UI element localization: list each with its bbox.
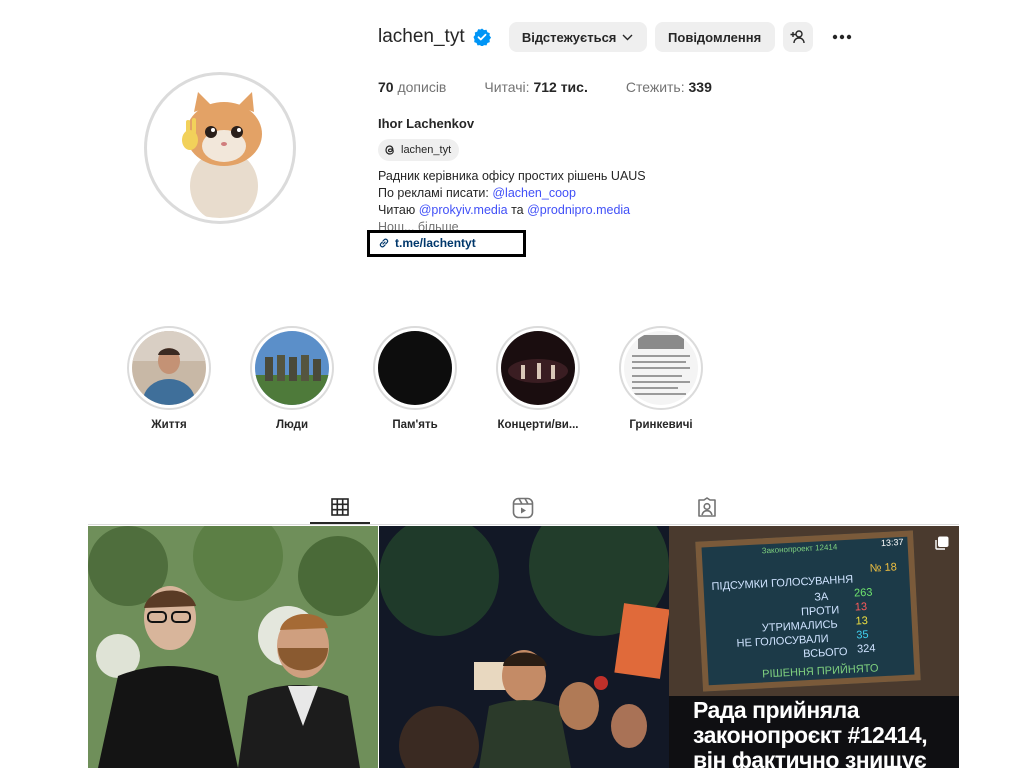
caption-line-3: він фактично знищує: [693, 747, 927, 768]
highlight-item[interactable]: Життя: [127, 326, 211, 431]
bio-line-3-text: Читаю: [378, 203, 416, 217]
screen-number: № 18: [869, 561, 898, 575]
caption-line-1: Рада прийняла: [693, 697, 860, 723]
highlight-label: Гринкевичі: [629, 419, 693, 431]
bio-line-3-mid: та: [511, 203, 524, 217]
posts-label: дописів: [397, 79, 447, 95]
following-button-label: Відстежується: [521, 29, 617, 45]
mention-link[interactable]: @lachen_coop: [492, 186, 576, 200]
tab-posts[interactable]: [310, 492, 370, 524]
vote-total-count: 324: [856, 642, 876, 656]
threads-handle: lachen_tyt: [401, 144, 452, 156]
tab-reels[interactable]: [493, 492, 553, 524]
highlight-item[interactable]: Концерти/ви...: [496, 326, 580, 431]
posts-stat: 70 дописів: [378, 79, 446, 95]
following-stat[interactable]: Стежить: 339: [626, 79, 712, 95]
profile-page: lachen_tyt Відстежується Повідомлення 70…: [0, 0, 1024, 768]
following-button[interactable]: Відстежується: [508, 22, 647, 52]
vote-for-count: 263: [853, 586, 873, 600]
vote-result-screen: Законопроект 12414 13:37 № 18 ПІДСУМКИ Г…: [695, 530, 921, 692]
highlight-item[interactable]: Гринкевичі: [619, 326, 703, 431]
suggest-user-button[interactable]: [782, 22, 813, 52]
post-caption: Рада прийняла законопроєкт #12414, він ф…: [693, 697, 928, 768]
carousel-icon: [935, 536, 949, 550]
following-count: 339: [688, 79, 712, 95]
bio-line-3: Читаю @prokyiv.media та @prodnipro.media: [378, 202, 698, 219]
vote-abstain-count: 13: [855, 614, 869, 628]
tab-tagged[interactable]: [677, 492, 737, 524]
message-button[interactable]: Повідомлення: [654, 22, 775, 52]
highlight-ring: [250, 326, 334, 410]
verified-badge-icon: [473, 28, 491, 47]
highlight-cover: [255, 331, 329, 405]
highlight-item[interactable]: Люди: [250, 326, 334, 431]
caption-line-2: законопроєкт #12414,: [693, 722, 928, 748]
avatar-image: [150, 78, 290, 218]
highlight-label: Люди: [275, 419, 309, 431]
add-user-icon: [790, 29, 806, 45]
reels-icon: [512, 497, 534, 519]
bio-line-2-text: По рекламі писати:: [378, 186, 489, 200]
highlight-ring: [127, 326, 211, 410]
profile-bio: Радник керівника офісу простих рішень UA…: [378, 168, 698, 236]
highlight-cover: [501, 331, 575, 405]
screen-title: Законопроект 12414: [761, 542, 838, 556]
vote-total-label: ВСЬОГО: [802, 645, 848, 661]
highlight-ring: [373, 326, 457, 410]
link-icon: [378, 237, 390, 249]
full-name: Ihor Lachenkov: [378, 116, 475, 131]
following-label: Стежить:: [625, 79, 685, 95]
profile-link-text: t.me/lachentyt: [395, 236, 476, 250]
followers-count: 712 тис.: [533, 79, 588, 95]
bio-line-1: Радник керівника офісу простих рішень UA…: [378, 169, 646, 183]
threads-badge[interactable]: lachen_tyt: [378, 139, 460, 161]
profile-stats: 70 дописів Читачі: 712 тис. Стежить: 339: [378, 79, 750, 95]
post-thumbnail[interactable]: Законопроект 12414 13:37 № 18 ПІДСУМКИ Г…: [669, 526, 959, 768]
highlight-label: Концерти/ви...: [497, 419, 579, 431]
screen-result: РІШЕННЯ ПРИЙНЯТО: [761, 662, 879, 681]
highlight-cover: [132, 331, 206, 405]
post-thumbnail[interactable]: [379, 526, 669, 768]
highlight-ring: [496, 326, 580, 410]
post-thumbnail[interactable]: [88, 526, 378, 768]
mention-link[interactable]: @prodnipro.media: [527, 203, 630, 217]
vote-for-label: ЗА: [813, 590, 829, 604]
more-options-icon[interactable]: [827, 22, 857, 52]
chevron-down-icon: [622, 34, 633, 41]
followers-label: Читачі:: [484, 79, 530, 95]
profile-avatar[interactable]: [144, 72, 296, 224]
highlight-cover: [378, 331, 452, 405]
followers-stat[interactable]: Читачі: 712 тис.: [484, 79, 587, 95]
threads-icon: [382, 142, 398, 158]
profile-link[interactable]: t.me/lachentyt: [378, 236, 476, 250]
username: lachen_tyt: [378, 26, 465, 47]
posts-count: 70: [378, 79, 394, 95]
vote-against-count: 13: [854, 600, 868, 614]
tabs-divider: [88, 524, 959, 525]
highlight-cover: [624, 331, 698, 405]
highlight-ring: [619, 326, 703, 410]
vote-none-count: 35: [856, 628, 869, 642]
screen-time: 13:37: [880, 536, 904, 549]
screen-header: ПІДСУМКИ ГОЛОСУВАННЯ: [711, 573, 854, 594]
tagged-icon: [696, 497, 718, 519]
message-button-label: Повідомлення: [668, 29, 762, 45]
profile-header: lachen_tyt Відстежується Повідомлення: [378, 22, 857, 52]
grid-icon: [331, 498, 349, 516]
vote-against-label: ПРОТИ: [800, 604, 840, 619]
highlight-item[interactable]: Пам'ять: [373, 326, 457, 431]
highlight-label: Життя: [151, 419, 187, 431]
highlight-label: Пам'ять: [392, 419, 438, 431]
mention-link[interactable]: @prokyiv.media: [419, 203, 508, 217]
bio-line-2: По рекламі писати: @lachen_coop: [378, 185, 698, 202]
